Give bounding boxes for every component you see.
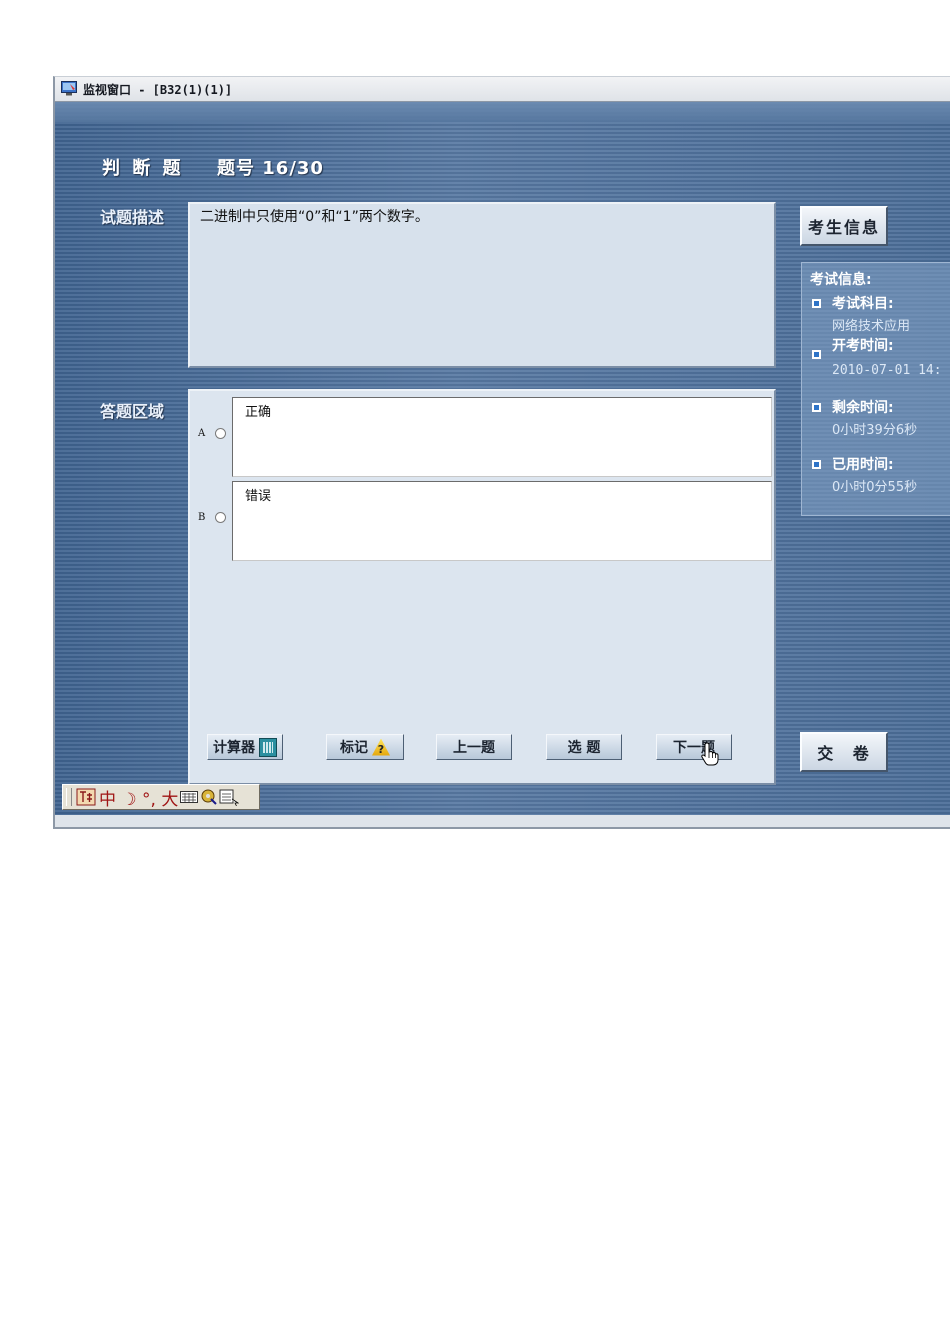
bullet-icon [812, 403, 821, 412]
ime-toolbar[interactable]: 中 ☽ °, 大 [62, 784, 260, 810]
ime-tools-icon[interactable] [200, 788, 218, 806]
question-description-label: 试题描述 [100, 208, 165, 227]
ime-menu-icon[interactable] [219, 788, 240, 806]
submit-exam-button[interactable]: 交 卷 [800, 732, 888, 772]
used-time-value: 0小时0分55秒 [832, 480, 918, 495]
top-band [55, 102, 950, 122]
option-b-radio[interactable] [215, 512, 226, 523]
option-a-radio[interactable] [215, 428, 226, 439]
question-number-heading: 题号 16/30 [217, 158, 324, 179]
bullet-icon [812, 299, 821, 308]
used-time-label: 已用时间: [832, 457, 894, 473]
option-a-text: 正确 [245, 405, 272, 420]
question-text: 二进制中只使用“0”和“1”两个数字。 [200, 209, 429, 225]
ime-grip[interactable] [66, 788, 72, 806]
calculator-button[interactable]: 计算器 [207, 734, 283, 760]
mark-label: 标记 [340, 740, 368, 756]
bullet-icon [812, 460, 821, 469]
exam-client-area: 判 断 题 题号 16/30 试题描述 二进制中只使用“0”和“1”两个数字。 … [55, 102, 950, 827]
start-time-value: 2010-07-01 14: [832, 363, 942, 378]
remaining-time-value: 0小时39分6秒 [832, 423, 918, 438]
subject-label: 考试科目: [832, 296, 894, 312]
ime-logo-icon[interactable] [76, 788, 96, 806]
option-a-row[interactable]: A 正确 [196, 397, 772, 477]
answer-area-label: 答题区域 [100, 402, 165, 421]
exam-info-title: 考试信息: [810, 272, 872, 288]
student-info-button[interactable]: 考生信息 [800, 206, 888, 246]
remaining-time-label: 剩余时间: [832, 400, 894, 416]
window-title: 监视窗口 - [B32(1)(1)] [83, 83, 233, 97]
soft-keyboard-icon[interactable] [180, 790, 199, 804]
subject-value: 网络技术应用 [832, 319, 911, 334]
option-b-box[interactable]: 错误 [232, 481, 772, 561]
title-bar: 监视窗口 - [B32(1)(1)] [55, 77, 950, 102]
option-b-row[interactable]: B 错误 [196, 481, 772, 561]
question-type-heading: 判 断 题 [102, 158, 184, 179]
answer-area-panel: A 正确 B 错误 [188, 389, 776, 785]
select-question-button[interactable]: 选 题 [546, 734, 622, 760]
option-a-letter: A [198, 428, 206, 439]
calculator-icon [259, 737, 277, 757]
bullet-icon [812, 350, 821, 359]
bottom-strip [55, 815, 950, 827]
question-mark-icon: ? [372, 738, 390, 756]
option-a-box[interactable]: 正确 [232, 397, 772, 477]
exam-info-panel: 考试信息: 考试科目: 网络技术应用 开考时间: 2010-07-01 14: … [801, 262, 950, 516]
option-b-text: 错误 [245, 489, 272, 504]
monitor-app-icon [61, 81, 77, 96]
previous-question-button[interactable]: 上一题 [436, 734, 512, 760]
next-question-button[interactable]: 下一题 [656, 734, 732, 760]
start-time-label: 开考时间: [832, 338, 894, 354]
option-b-letter: B [198, 512, 206, 523]
hand-cursor-icon [701, 742, 719, 766]
mark-button[interactable]: 标记 ? [326, 734, 404, 760]
calculator-label: 计算器 [213, 740, 255, 756]
question-description-box: 二进制中只使用“0”和“1”两个数字。 [188, 202, 776, 368]
ime-status-text[interactable]: 中 ☽ °, 大 [99, 785, 178, 810]
monitor-window: 监视窗口 - [B32(1)(1)] 判 断 题 题号 16/30 试题描述 二… [53, 76, 950, 829]
